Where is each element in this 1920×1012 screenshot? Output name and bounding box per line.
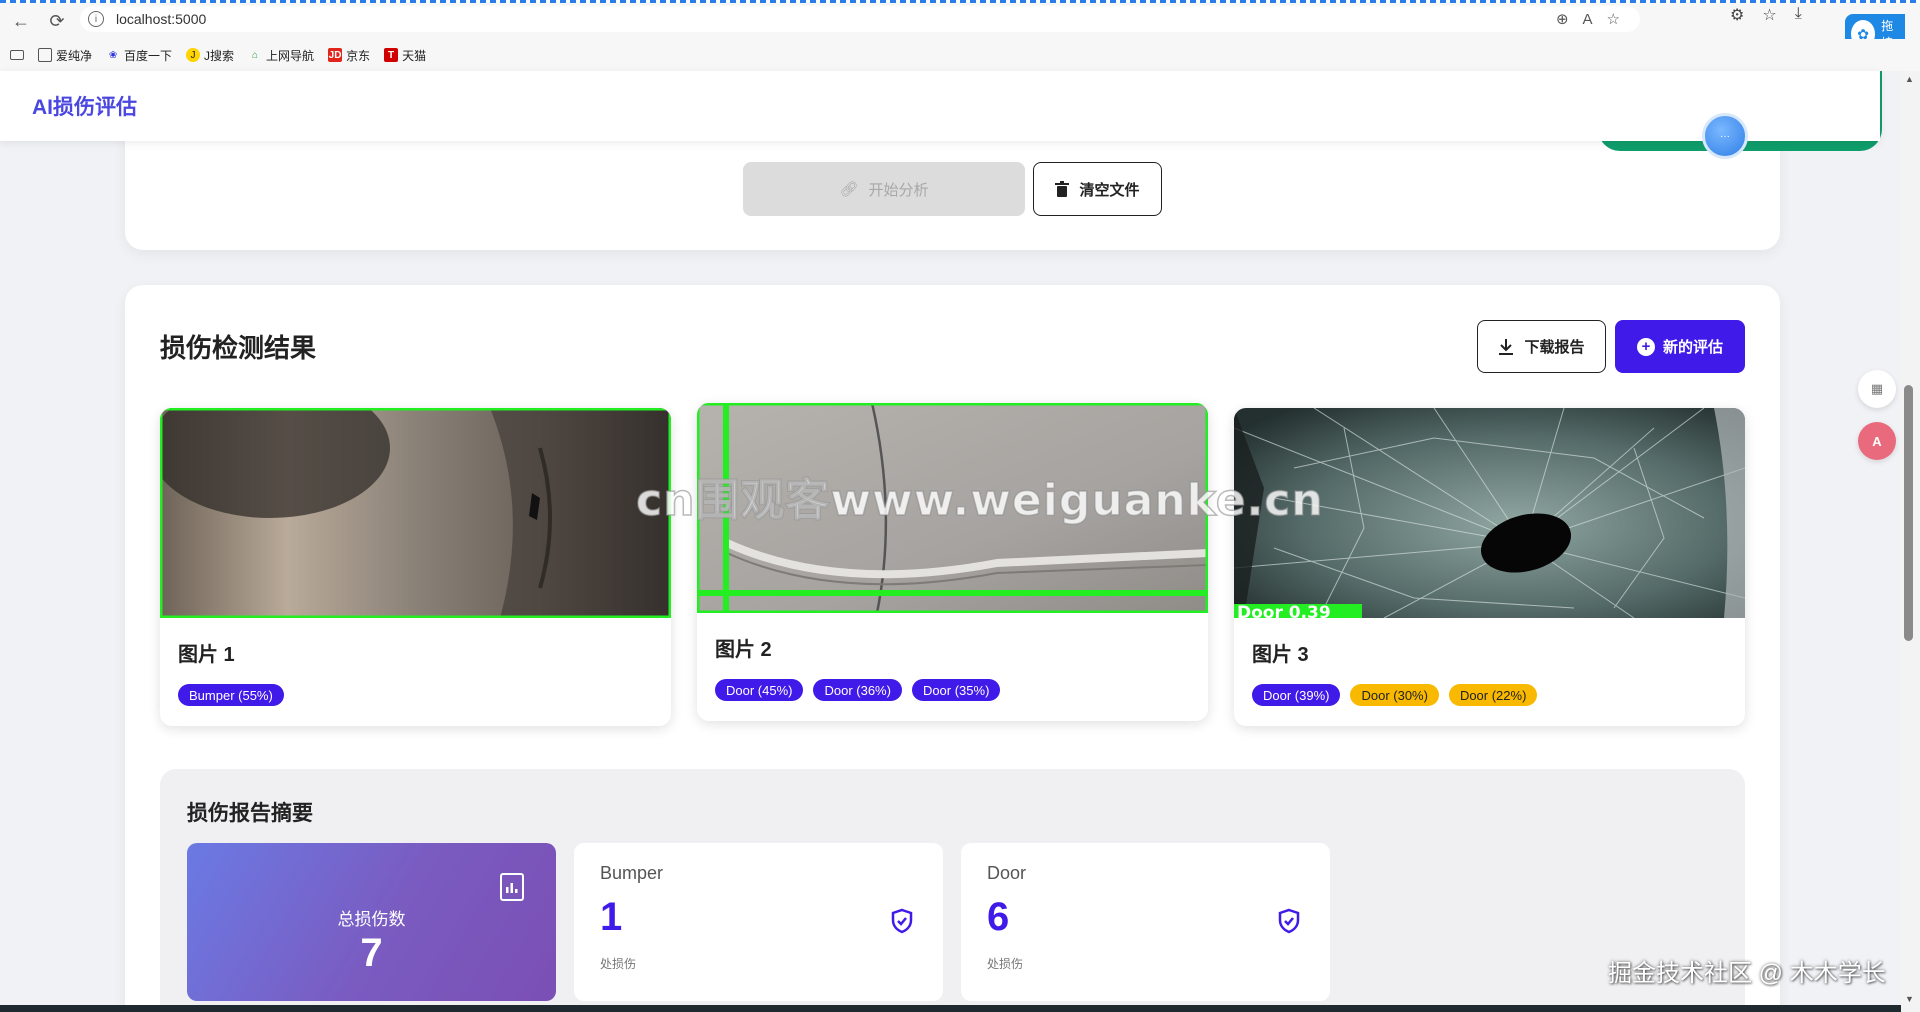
stat-unit: 处损伤 [600,957,637,971]
detection-label: Door 0.39 [1237,603,1331,618]
taskbar-strip [0,1005,1901,1012]
plus-circle-icon: + [1636,337,1655,356]
damage-tag: Door (35%) [911,679,1001,701]
damage-tags: Bumper (55%) [178,684,284,706]
download-icon[interactable]: ⤓ [1795,5,1802,25]
site-info-icon[interactable]: i [88,11,104,27]
damage-tag: Door (22%) [1448,684,1538,706]
total-damage-value: 7 [360,931,383,975]
new-assessment-label: 新的评估 [1662,339,1723,356]
total-damage-label: 总损伤数 [337,910,406,929]
image-title: 图片 1 [178,644,235,666]
damage-tags: Door (39%) Door (30%) Door (22%) [1252,684,1538,706]
watermark: cn围观客www.weiguanke.cn [635,474,1324,527]
damage-tags: Door (45%) Door (36%) Door (35%) [715,679,1001,701]
result-image-card[interactable]: 图片 1 Bumper (55%) [160,408,671,726]
brand-logo[interactable]: AI损伤评估 [32,91,137,121]
total-damage-card: 总损伤数 7 [187,843,556,1001]
favorite-star-icon[interactable]: ☆ [1607,10,1620,28]
download-report-label: 下载报告 [1524,339,1585,356]
bookmark-item[interactable]: JD 京东 [328,47,370,64]
floating-assistant-icon[interactable]: ··· [1702,113,1748,159]
clear-files-button[interactable]: 清空文件 [1033,162,1162,216]
damage-tag: Door (39%) [1252,684,1341,706]
result-image-card[interactable]: Door 0.39 图片 3 Door (39%) Door (30%) Doo… [1234,408,1745,726]
reading-list-icon[interactable] [10,50,24,60]
scroll-up-icon[interactable]: ▲ [1905,74,1914,84]
image-title: 图片 2 [715,639,772,661]
tmall-icon: T [384,48,399,62]
url-text[interactable]: localhost:5000 [116,11,206,27]
image-title: 图片 3 [1252,644,1309,666]
link-icon: 🔗︎ [839,181,859,198]
bookmark-item[interactable]: ❀ 百度一下 [106,47,172,64]
bookmark-item[interactable]: 爱纯净 [38,47,92,64]
scrollbar-thumb[interactable] [1904,385,1913,641]
read-aloud-icon[interactable]: A [1583,11,1593,28]
reload-icon[interactable]: ⟳ [42,6,72,36]
download-report-button[interactable]: 下载报告 [1477,320,1606,373]
bookmark-item[interactable]: T 天猫 [384,47,426,64]
damage-stat-card: Door 6 处损伤 [961,843,1330,1001]
navigation-icon: ⌂ [252,49,259,61]
extensions-icon[interactable]: ⚙ [1730,5,1744,25]
bookmark-item[interactable]: J J搜索 [186,47,234,64]
damage-tag: Door (30%) [1350,684,1439,706]
translate-icon[interactable]: A [1858,422,1896,460]
start-analysis-label: 开始分析 [868,181,929,199]
result-image-card[interactable]: 图片 2 Door (45%) Door (36%) Door (35%) [697,403,1208,721]
stat-value: 1 [600,895,623,939]
scroll-down-icon[interactable]: ▼ [1905,994,1914,1004]
report-chart-icon [500,873,524,901]
stat-name: Bumper [600,863,664,883]
damage-stat-card: Bumper 1 处损伤 [574,843,943,1001]
results-title: 损伤检测结果 [160,333,317,363]
summary-title: 损伤报告摘要 [187,802,313,825]
side-tools: ▦ A [1858,370,1896,474]
download-icon [1499,338,1514,355]
new-assessment-button[interactable]: + 新的评估 [1615,320,1745,373]
bookmarks-bar: 爱纯净 ❀ 百度一下 J J搜索 ⌂ 上网导航 JD 京东 T 天猫 [0,39,1920,71]
back-icon[interactable]: ← [6,6,36,36]
jsearch-icon: J [186,48,201,62]
baidu-paw-icon: ❀ [108,49,118,61]
browser-actions: ⚙ ☆ ⤓ [1730,5,1802,25]
favorites-icon[interactable]: ☆ [1762,5,1776,25]
zoom-icon[interactable]: ⊕ [1556,10,1569,28]
stat-unit: 处损伤 [987,957,1024,971]
credit-watermark: 掘金技术社区 @ 木木学长 [1608,960,1886,987]
app-header: AI损伤评估 [0,71,1880,141]
trash-icon [1055,181,1070,197]
damage-image[interactable] [160,408,671,618]
shield-check-icon [1278,908,1300,934]
stat-name: Door [987,863,1027,883]
address-bar[interactable]: i localhost:5000 ⊕ A ☆ [80,6,1640,32]
damage-tag: Bumper (55%) [178,684,284,706]
shield-check-icon [891,908,913,934]
folder-icon [38,48,52,62]
jd-icon: JD [328,48,343,62]
start-analysis-button[interactable]: 🔗︎ 开始分析 [743,162,1025,216]
qr-grid-icon[interactable]: ▦ [1858,370,1896,408]
damage-tag: Door (36%) [813,679,902,701]
clear-files-label: 清空文件 [1079,181,1140,199]
stat-value: 6 [987,895,1010,939]
bookmark-item[interactable]: ⌂ 上网导航 [248,47,314,64]
damage-tag: Door (45%) [715,679,804,701]
